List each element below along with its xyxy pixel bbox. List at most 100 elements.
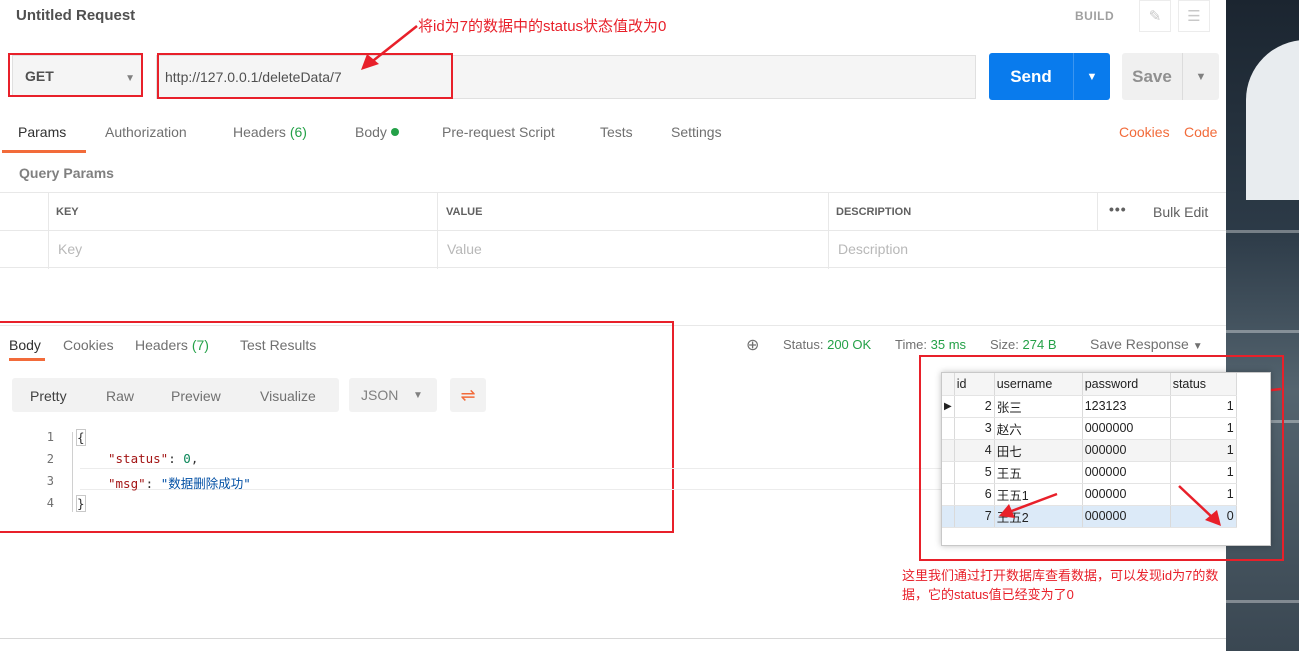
cell-id: 2	[954, 395, 995, 418]
format-visualize[interactable]: Visualize	[260, 388, 316, 404]
save-response-label: Save Response	[1090, 336, 1189, 352]
tab-authorization[interactable]: Authorization	[105, 124, 187, 140]
build-label[interactable]: BUILD	[1075, 9, 1114, 23]
response-tab-body[interactable]: Body	[9, 337, 41, 353]
more-icon[interactable]: •••	[1109, 201, 1127, 217]
format-tabs: Pretty Raw Preview Visualize	[12, 378, 339, 412]
annotation-arrow-icon	[361, 25, 418, 70]
json-line-status: "status": 0,	[108, 451, 199, 466]
bulk-edit-link[interactable]: Bulk Edit	[1153, 204, 1208, 220]
annotation-arrow-icon	[999, 492, 1058, 518]
tab-headers-label: Headers	[233, 124, 286, 140]
format-preview[interactable]: Preview	[171, 388, 221, 404]
cell-password: 000000	[1082, 483, 1171, 506]
status-bar-divider	[0, 638, 1226, 639]
cell-id: 3	[954, 417, 995, 440]
active-tab-indicator	[9, 358, 45, 361]
column-header-id: id	[954, 373, 995, 396]
chevron-down-icon: ▼	[413, 390, 423, 401]
send-label: Send	[1010, 66, 1052, 86]
cell-status: 1	[1170, 417, 1237, 440]
json-line-msg: "msg": "数据删除成功"	[108, 476, 251, 491]
json-key: "msg"	[108, 476, 146, 491]
current-row-icon: ▶	[942, 395, 955, 418]
cell-id: 5	[954, 461, 995, 484]
tab-body-label: Body	[355, 124, 387, 140]
chevron-down-icon[interactable]: ▼	[1183, 71, 1219, 83]
cell-password: 0000000	[1082, 417, 1171, 440]
cell-status: 1	[1170, 461, 1237, 484]
headers-count: (7)	[191, 337, 209, 353]
cell-username: 田七	[994, 439, 1083, 462]
tab-body[interactable]: Body	[355, 124, 399, 140]
json-open-brace: {	[76, 429, 86, 446]
tab-settings[interactable]: Settings	[671, 124, 722, 140]
annotation-text: 这里我们通过打开数据库查看数据，可以发现id为7的数据，它的status值已经变…	[902, 568, 1219, 602]
background-decoration	[1226, 230, 1299, 233]
status-label: Status:	[783, 337, 824, 352]
format-raw[interactable]: Raw	[106, 388, 134, 404]
background-decoration	[1226, 600, 1299, 603]
response-tab-test-results[interactable]: Test Results	[240, 337, 316, 353]
cell-username: 王五	[994, 461, 1083, 484]
tab-tests[interactable]: Tests	[600, 124, 633, 140]
cookies-link[interactable]: Cookies	[1119, 124, 1170, 140]
edit-icon[interactable]: ✎	[1139, 0, 1171, 32]
column-header-key: KEY	[56, 206, 79, 218]
chevron-down-icon: ▼	[1192, 341, 1203, 352]
background-decoration	[1246, 40, 1299, 200]
globe-icon[interactable]: ⊕	[746, 335, 759, 355]
row-marker	[942, 461, 955, 484]
line-number: 2	[46, 452, 54, 466]
table-row[interactable]: 4 田七 000000 1	[942, 439, 1237, 462]
cell-status: 1	[1170, 439, 1237, 462]
line-number: 4	[46, 496, 54, 510]
tab-params[interactable]: Params	[18, 124, 66, 140]
size-info: Size: 274 B	[990, 337, 1057, 352]
request-title[interactable]: Untitled Request	[16, 7, 135, 24]
cell-status: 1	[1170, 395, 1237, 418]
line-number: 3	[46, 474, 54, 488]
cell-password: 000000	[1082, 439, 1171, 462]
cell-username: 张三	[994, 395, 1083, 418]
time-label: Time:	[895, 337, 928, 352]
format-pretty[interactable]: Pretty	[30, 388, 67, 404]
time-value: 35 ms	[930, 337, 967, 352]
tab-headers[interactable]: Headers (6)	[233, 124, 307, 140]
table-row[interactable]: 5 王五 000000 1	[942, 461, 1237, 484]
response-tab-cookies[interactable]: Cookies	[63, 337, 114, 353]
chevron-down-icon[interactable]: ▼	[1074, 71, 1110, 83]
code-link[interactable]: Code	[1184, 124, 1217, 140]
size-label: Size:	[990, 337, 1019, 352]
save-response-button[interactable]: Save Response ▼	[1090, 336, 1203, 352]
size-value: 274 B	[1022, 337, 1057, 352]
status-value: 200 OK	[827, 337, 872, 352]
json-close-brace: }	[76, 495, 86, 512]
row-marker	[942, 505, 955, 528]
params-table: KEY VALUE DESCRIPTION ••• Bulk Edit Key …	[0, 192, 1226, 269]
language-value: JSON	[361, 387, 399, 403]
column-header-username: username	[994, 373, 1083, 396]
send-button[interactable]: Send ▼	[989, 53, 1110, 100]
save-button[interactable]: Save ▼	[1122, 53, 1219, 100]
response-tab-headers[interactable]: Headers (7)	[135, 337, 209, 353]
cell-username: 赵六	[994, 417, 1083, 440]
cell-password: 123123	[1082, 395, 1171, 418]
divider	[0, 230, 1226, 231]
tab-pre-request-script[interactable]: Pre-request Script	[442, 124, 555, 140]
row-marker	[942, 483, 955, 506]
value-input[interactable]: Value	[447, 241, 482, 257]
column-header-status: status	[1170, 373, 1237, 396]
comments-icon[interactable]: ☰	[1178, 0, 1210, 32]
cell-id: 6	[954, 483, 995, 506]
table-row[interactable]: 3 赵六 0000000 1	[942, 417, 1237, 440]
description-input[interactable]: Description	[838, 241, 908, 257]
table-row[interactable]: ▶ 2 张三 123123 1	[942, 395, 1237, 418]
key-input[interactable]: Key	[58, 241, 82, 257]
headers-count: (6)	[289, 124, 307, 140]
language-select[interactable]: JSON ▼	[349, 378, 437, 412]
column-header-password: password	[1082, 373, 1171, 396]
response-headers-label: Headers	[135, 337, 188, 353]
json-value: 0	[183, 451, 191, 466]
wrap-lines-icon[interactable]: ⇌	[450, 378, 486, 412]
